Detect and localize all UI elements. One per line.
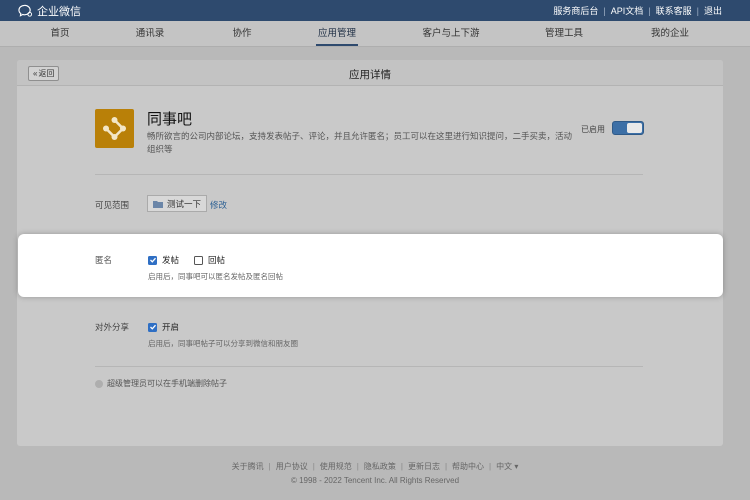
- brand-logo[interactable]: 企业微信: [18, 3, 81, 18]
- app-description: 畅所欲言的公司内部论坛，支持发表帖子、评论，并且允许匿名；员工可以在这里进行知识…: [147, 131, 573, 154]
- footer-separator: |: [268, 462, 271, 471]
- footer-separator: |: [356, 462, 359, 471]
- admin-delete-radio[interactable]: [95, 379, 103, 388]
- nav-item-customers[interactable]: 客户与上下游: [422, 21, 479, 47]
- share-enable-checkbox[interactable]: [148, 322, 157, 332]
- visibility-scope-tag[interactable]: 测试一下: [147, 195, 208, 212]
- caret-down-icon: ▾: [514, 462, 519, 471]
- main-nav: 首页 通讯录 协作 应用管理 客户与上下游 管理工具 我的企业: [0, 21, 750, 47]
- top-link-provider[interactable]: 服务商后台: [553, 4, 598, 17]
- footer-separator: |: [400, 462, 403, 471]
- anonymous-post-option[interactable]: 发帖: [148, 254, 179, 266]
- panel-header: « 返回 应用详情: [17, 60, 723, 86]
- nav-item-app-management[interactable]: 应用管理: [315, 21, 359, 47]
- check-icon: [149, 324, 156, 330]
- divider: [95, 366, 643, 367]
- footer-link-terms[interactable]: 用户协议: [276, 462, 308, 471]
- app-name: 同事吧: [147, 111, 193, 128]
- language-selector[interactable]: 中文 ▾: [496, 462, 518, 471]
- share-hint: 启用后，同事吧帖子可以分享到微信和朋友圈: [148, 339, 298, 348]
- folder-icon: [153, 200, 163, 208]
- top-link-separator: |: [696, 5, 699, 16]
- top-link-separator: |: [603, 5, 606, 16]
- visibility-scope-name: 测试一下: [167, 198, 202, 209]
- footer-links: 关于腾讯 | 用户协议 | 使用规范 | 隐私政策 | 更新日志 | 帮助中心 | 中文 ▾: [0, 461, 750, 472]
- footer-link-changelog[interactable]: 更新日志: [408, 462, 440, 471]
- top-bar: 企业微信 服务商后台 | API文档 | 联系客服 | 退出: [0, 0, 750, 21]
- nav-item-tools[interactable]: 管理工具: [545, 21, 583, 47]
- brand-name: 企业微信: [37, 5, 81, 18]
- nav-item-collaboration[interactable]: 协作: [232, 21, 251, 47]
- anonymous-reply-option[interactable]: 回帖: [194, 254, 225, 266]
- admin-delete-option[interactable]: 超级管理员可以在手机端删除帖子: [95, 378, 227, 389]
- anonymous-post-label: 发帖: [162, 255, 180, 265]
- footer-link-privacy[interactable]: 隐私政策: [364, 462, 396, 471]
- anonymous-reply-checkbox[interactable]: [194, 255, 203, 265]
- nav-item-home[interactable]: 首页: [50, 21, 69, 47]
- footer-link-about[interactable]: 关于腾讯: [232, 462, 264, 471]
- top-link-support[interactable]: 联系客服: [656, 4, 692, 17]
- anonymous-label: 匿名: [95, 255, 113, 265]
- anonymous-post-checkbox[interactable]: [148, 255, 157, 265]
- visibility-label: 可见范围: [95, 200, 130, 210]
- footer-separator: |: [312, 462, 315, 471]
- anonymous-hint: 启用后，同事吧可以匿名发帖及匿名回帖: [148, 272, 283, 281]
- share-label: 对外分享: [95, 322, 130, 332]
- check-icon: [149, 257, 156, 263]
- edit-visibility-link[interactable]: 修改: [210, 199, 227, 211]
- app-status-label: 已启用: [581, 125, 605, 134]
- copyright: © 1998 - 2022 Tencent Inc. All Rights Re…: [290, 476, 460, 485]
- share-nodes-icon: [103, 117, 126, 140]
- admin-delete-label: 超级管理员可以在手机端删除帖子: [107, 379, 227, 388]
- app-icon: [95, 109, 134, 148]
- nav-item-my-company[interactable]: 我的企业: [651, 21, 689, 47]
- top-link-separator: |: [648, 5, 651, 16]
- top-links: 服务商后台 | API文档 | 联系客服 | 退出: [553, 4, 722, 17]
- share-enable-label: 开启: [162, 322, 180, 332]
- footer-link-usage-rules[interactable]: 使用规范: [320, 462, 352, 471]
- app-enable-toggle[interactable]: [612, 121, 644, 135]
- footer-link-help[interactable]: 帮助中心: [452, 462, 484, 471]
- footer-separator: |: [489, 462, 492, 471]
- nav-item-contacts[interactable]: 通讯录: [136, 21, 165, 47]
- divider: [95, 174, 643, 175]
- page-title: 应用详情: [349, 69, 391, 81]
- language-selector-label: 中文: [496, 462, 513, 471]
- anonymous-section-highlight: [18, 234, 723, 297]
- share-enable-option[interactable]: 开启: [148, 321, 179, 333]
- footer-separator: |: [444, 462, 448, 471]
- top-link-api-docs[interactable]: API文档: [611, 4, 644, 17]
- wecom-logo-icon: [18, 4, 33, 17]
- anonymous-reply-label: 回帖: [208, 255, 226, 265]
- top-link-logout[interactable]: 退出: [704, 4, 722, 17]
- toggle-knob: [627, 123, 642, 133]
